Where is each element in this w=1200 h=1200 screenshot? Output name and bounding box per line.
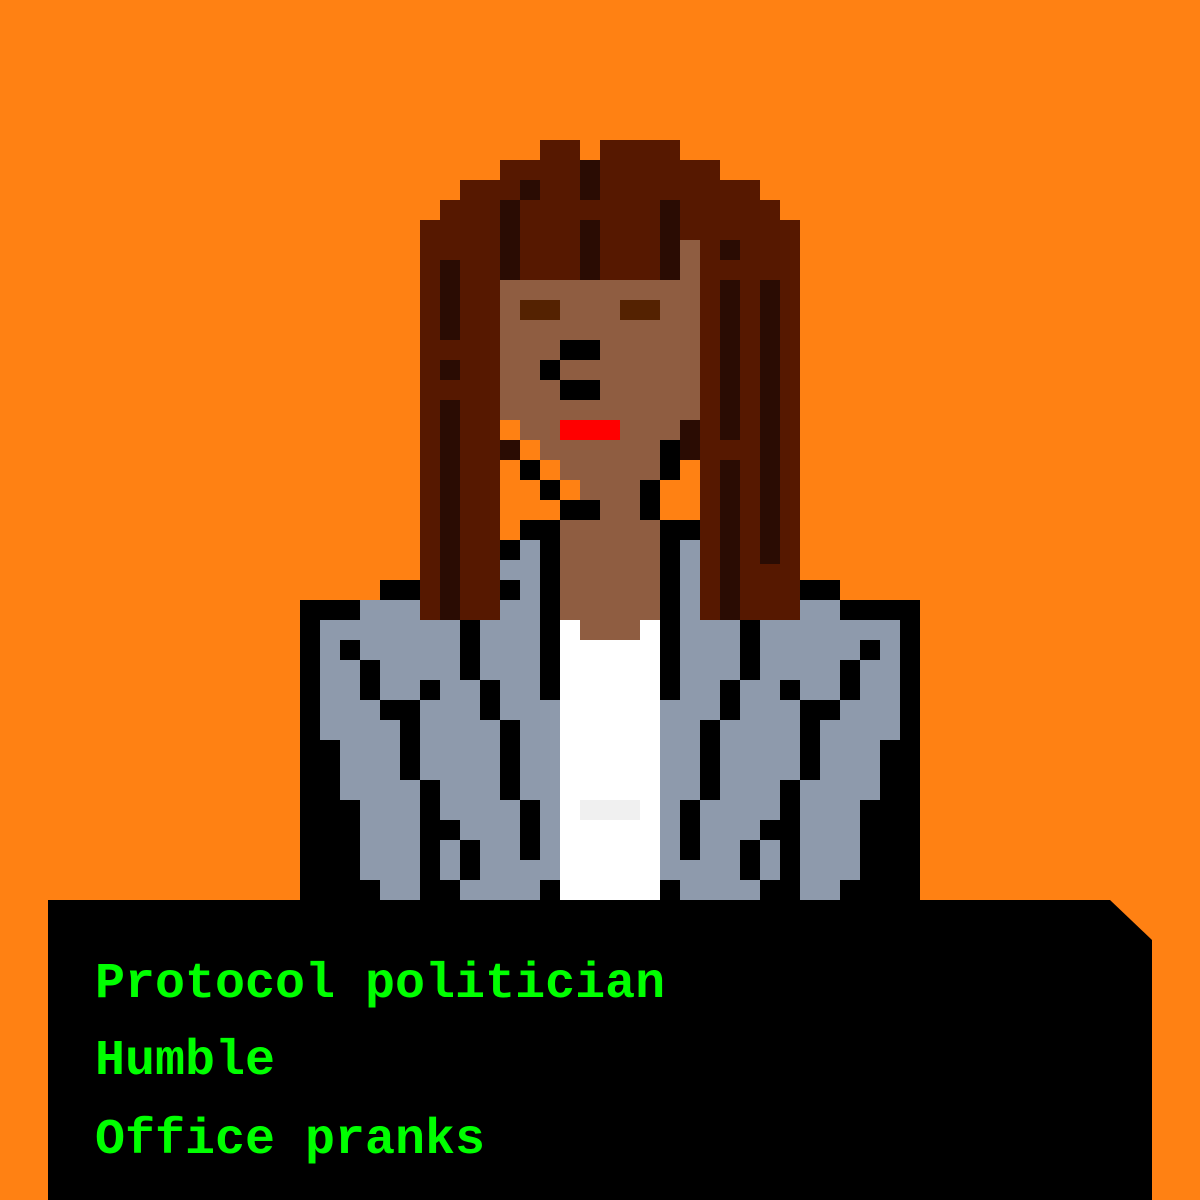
hair-strand xyxy=(720,240,740,260)
jacket-seam xyxy=(700,720,720,800)
hair-strand xyxy=(720,280,740,440)
jacket xyxy=(380,880,420,900)
collar-outline xyxy=(500,540,520,560)
jacket-seam xyxy=(360,660,380,700)
jacket-seam xyxy=(420,780,440,880)
nose xyxy=(540,360,560,380)
jacket-seam xyxy=(520,800,540,860)
chin-outline xyxy=(560,500,600,520)
chin xyxy=(600,500,640,520)
right-brow xyxy=(620,300,660,320)
jacket-seam xyxy=(680,800,700,860)
trait-1: Protocol politician xyxy=(95,956,666,1013)
face xyxy=(680,240,700,280)
jaw-outline xyxy=(640,480,660,520)
hair xyxy=(760,200,780,220)
trait-3: Office pranks xyxy=(95,1112,486,1169)
nose xyxy=(560,340,600,360)
jacket-seam xyxy=(800,700,840,720)
hair xyxy=(600,140,680,160)
hair xyxy=(540,140,580,160)
neck xyxy=(560,520,660,620)
jacket-seam xyxy=(860,800,880,880)
jaw xyxy=(560,460,660,480)
jacket-seam xyxy=(860,640,880,660)
jacket-seam xyxy=(380,700,420,720)
hair-strand xyxy=(720,460,740,620)
jaw-outline xyxy=(520,460,540,480)
jacket-seam xyxy=(880,740,900,800)
trait-card: Protocol politician Humble Office pranks xyxy=(48,900,1152,1200)
jacket-seam xyxy=(760,820,780,840)
jacket-seam xyxy=(320,740,340,800)
jacket-seam xyxy=(780,780,800,880)
hair-strand xyxy=(440,400,460,620)
jacket-seam xyxy=(500,720,520,800)
collar-outline xyxy=(500,580,520,600)
lapel-edge xyxy=(660,520,680,700)
hair-strand xyxy=(440,360,460,380)
jacket-seam xyxy=(720,680,740,720)
jaw xyxy=(540,440,660,460)
nose xyxy=(560,380,600,400)
left-brow xyxy=(520,300,560,320)
jaw-outline xyxy=(540,480,560,500)
jacket xyxy=(460,880,540,900)
neck xyxy=(580,620,640,640)
jacket-seam xyxy=(780,680,800,700)
lapel-edge xyxy=(540,520,560,700)
jacket-seam xyxy=(460,840,480,880)
neck-outline xyxy=(660,520,700,540)
lips xyxy=(560,420,620,440)
chin xyxy=(580,480,640,500)
jacket-seam xyxy=(340,640,360,660)
jaw-shadow xyxy=(680,420,700,460)
jacket-seam xyxy=(740,620,760,680)
jacket-seam xyxy=(420,680,440,700)
jacket xyxy=(800,880,840,900)
jacket-seam xyxy=(480,680,500,720)
hair-strand xyxy=(760,280,780,564)
neck-outline xyxy=(520,520,560,540)
jacket-seam xyxy=(740,840,760,880)
jacket-seam xyxy=(440,820,460,840)
hair-strand xyxy=(500,200,520,280)
jacket-seam xyxy=(400,720,420,780)
hair-right xyxy=(700,220,800,620)
jaw-shadow xyxy=(500,440,520,460)
jacket-seam xyxy=(460,620,480,680)
shirt-shade xyxy=(580,800,640,820)
hair-strand xyxy=(580,220,600,280)
hair-strand xyxy=(660,200,680,280)
jaw-outline xyxy=(660,440,680,480)
lapel-edge xyxy=(660,880,680,900)
trait-2: Humble xyxy=(95,1033,276,1090)
jacket-seam xyxy=(840,660,860,700)
lapel-edge xyxy=(540,880,560,900)
hair xyxy=(500,160,720,180)
hair-strand xyxy=(580,160,600,200)
jacket xyxy=(680,880,760,900)
hair-strand xyxy=(520,180,540,200)
jacket-seam xyxy=(340,800,360,880)
hair-strand xyxy=(440,260,460,340)
jacket-seam xyxy=(800,720,820,780)
